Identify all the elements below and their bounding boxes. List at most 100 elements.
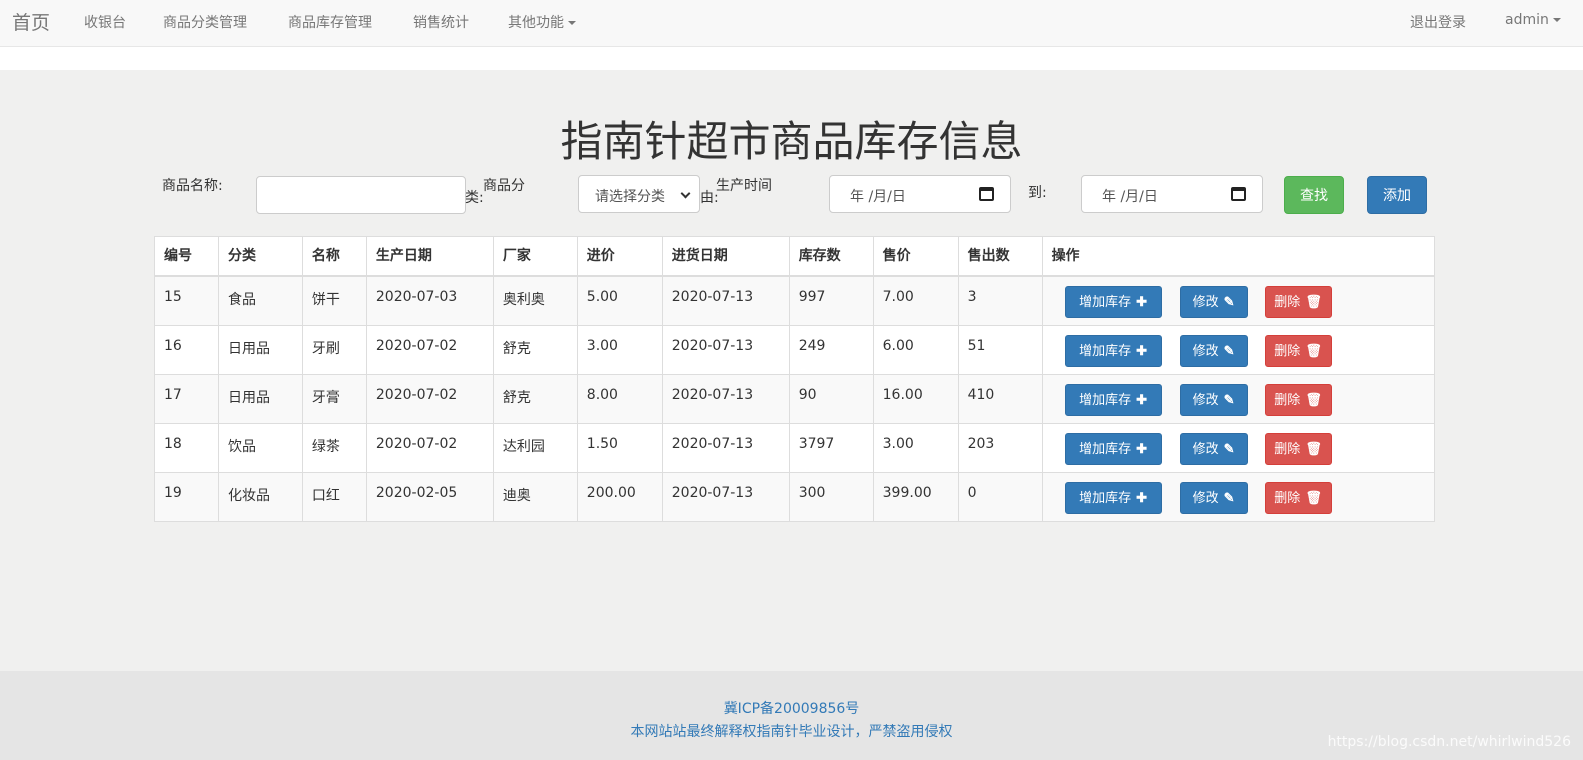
table-row: 17 日用品 牙膏 2020-07-02 舒克 8.00 2020-07-13 … xyxy=(154,373,1436,424)
table-row: 19 化妆品 口红 2020-02-05 迪奥 200.00 2020-07-1… xyxy=(154,471,1436,522)
cell-stock: 3797 xyxy=(788,422,874,473)
edit-label: 修改 xyxy=(1192,489,1219,505)
trash-icon: 🗑 xyxy=(1305,440,1322,456)
add-stock-label: 增加库存 xyxy=(1079,440,1132,456)
edit-button[interactable]: 修改 ✎ xyxy=(1179,432,1248,465)
add-stock-button[interactable]: 增加库存 ✚ xyxy=(1064,432,1162,465)
cell-purchase-price: 5.00 xyxy=(576,275,663,326)
delete-label: 删除 xyxy=(1274,294,1301,309)
cell-name: 饼干 xyxy=(301,275,367,326)
cell-stock: 249 xyxy=(788,324,874,375)
pencil-icon: ✎ xyxy=(1223,489,1235,505)
top-navbar: 首页 收银台 商品分类管理 商品库存管理 销售统计 其他功能 退出登录 admi… xyxy=(0,0,1583,47)
add-button[interactable]: 添加 xyxy=(1367,176,1427,214)
cell-stock: 997 xyxy=(788,275,874,326)
delete-button[interactable]: 删除 🗑 xyxy=(1264,383,1332,416)
pencil-icon: ✎ xyxy=(1223,342,1235,358)
delete-button[interactable]: 删除 🗑 xyxy=(1264,481,1332,514)
cell-actions: 增加库存 ✚ 修改 ✎ 删除 🗑 xyxy=(1041,373,1436,424)
add-stock-button[interactable]: 增加库存 ✚ xyxy=(1064,334,1162,367)
category-select[interactable]: 请选择分类 xyxy=(578,175,700,213)
cell-purchase-price: 1.50 xyxy=(576,422,663,473)
nav-item-cashier[interactable]: 收银台 xyxy=(84,12,126,32)
production-date-from-input[interactable]: 年 /月/日 xyxy=(829,175,1011,213)
edit-label: 修改 xyxy=(1192,391,1219,407)
cell-purchase-date: 2020-07-13 xyxy=(661,324,790,375)
nav-item-other-functions[interactable]: 其他功能 xyxy=(508,12,576,32)
edit-button[interactable]: 修改 ✎ xyxy=(1179,286,1248,318)
pencil-icon: ✎ xyxy=(1223,294,1235,309)
plus-icon: ✚ xyxy=(1136,440,1148,456)
column-header: 库存数 xyxy=(788,236,874,277)
cell-manufacturer: 达利园 xyxy=(492,422,578,473)
cell-purchase-price: 3.00 xyxy=(576,324,663,375)
cell-purchase-date: 2020-07-13 xyxy=(661,471,790,522)
inventory-table: 编号 分类 名称 生产日期 厂家 进价 进货日期 库存数 售价 售出数 操作 1… xyxy=(154,236,1436,522)
edit-button[interactable]: 修改 ✎ xyxy=(1179,383,1248,416)
watermark: https://blog.csdn.net/whirlwind526 xyxy=(1327,734,1571,750)
production-time-label: 生产时间由: xyxy=(700,178,772,206)
cell-purchase-date: 2020-07-13 xyxy=(661,373,790,424)
table-row: 18 饮品 绿茶 2020-07-02 达利园 1.50 2020-07-13 … xyxy=(154,422,1436,473)
plus-icon: ✚ xyxy=(1136,391,1148,407)
cell-manufacturer: 舒克 xyxy=(492,373,578,424)
caret-down-icon xyxy=(568,21,576,25)
trash-icon: 🗑 xyxy=(1305,391,1322,407)
nav-item-inventory-management[interactable]: 商品库存管理 xyxy=(288,12,372,32)
user-name: admin xyxy=(1505,12,1549,28)
logout-link[interactable]: 退出登录 xyxy=(1410,12,1466,32)
cell-production-date: 2020-07-02 xyxy=(365,373,494,424)
nav-brand-home[interactable]: 首页 xyxy=(12,8,50,35)
cell-id: 17 xyxy=(154,373,219,424)
delete-button[interactable]: 删除 🗑 xyxy=(1264,432,1332,465)
cell-sold: 3 xyxy=(957,275,1043,326)
table-row: 16 日用品 牙刷 2020-07-02 舒克 3.00 2020-07-13 … xyxy=(154,324,1436,375)
edit-button[interactable]: 修改 ✎ xyxy=(1179,481,1248,514)
cell-production-date: 2020-02-05 xyxy=(365,471,494,522)
cell-sold: 51 xyxy=(957,324,1043,375)
column-header: 编号 xyxy=(154,236,219,277)
chevron-down-icon xyxy=(680,188,691,199)
cell-sale-price: 16.00 xyxy=(872,373,959,424)
pencil-icon: ✎ xyxy=(1223,440,1235,456)
table-row: 15 食品 饼干 2020-07-03 奥利奥 5.00 2020-07-13 … xyxy=(154,275,1436,326)
add-stock-button[interactable]: 增加库存 ✚ xyxy=(1064,383,1162,416)
nav-item-sales-statistics[interactable]: 销售统计 xyxy=(413,12,469,32)
calendar-icon[interactable] xyxy=(979,187,994,201)
cell-sale-price: 3.00 xyxy=(872,422,959,473)
cell-stock: 300 xyxy=(788,471,874,522)
find-button[interactable]: 查找 xyxy=(1284,176,1344,214)
cell-manufacturer: 迪奥 xyxy=(492,471,578,522)
calendar-icon[interactable] xyxy=(1231,187,1246,201)
column-header: 进货日期 xyxy=(661,236,790,277)
cell-category: 日用品 xyxy=(217,373,303,424)
date-to-placeholder: 年 /月/日 xyxy=(1102,189,1158,205)
delete-button[interactable]: 删除 🗑 xyxy=(1264,286,1332,318)
cell-category: 日用品 xyxy=(217,324,303,375)
cell-name: 牙膏 xyxy=(301,373,367,424)
add-stock-label: 增加库存 xyxy=(1079,489,1132,505)
product-name-input[interactable] xyxy=(256,176,466,214)
cell-actions: 增加库存 ✚ 修改 ✎ 删除 🗑 xyxy=(1041,324,1436,375)
delete-label: 删除 xyxy=(1274,342,1301,358)
table-header-row: 编号 分类 名称 生产日期 厂家 进价 进货日期 库存数 售价 售出数 操作 xyxy=(154,236,1436,277)
add-stock-button[interactable]: 增加库存 ✚ xyxy=(1064,286,1162,318)
nav-item-category-management[interactable]: 商品分类管理 xyxy=(163,12,247,32)
edit-button[interactable]: 修改 ✎ xyxy=(1179,334,1248,367)
delete-button[interactable]: 删除 🗑 xyxy=(1264,334,1332,367)
user-menu[interactable]: admin xyxy=(1505,12,1561,28)
trash-icon: 🗑 xyxy=(1305,342,1322,358)
cell-actions: 增加库存 ✚ 修改 ✎ 删除 🗑 xyxy=(1041,275,1436,326)
add-stock-label: 增加库存 xyxy=(1079,391,1132,407)
production-date-to-input[interactable]: 年 /月/日 xyxy=(1081,175,1263,213)
add-stock-button[interactable]: 增加库存 ✚ xyxy=(1064,481,1162,514)
cell-category: 化妆品 xyxy=(217,471,303,522)
cell-purchase-price: 8.00 xyxy=(576,373,663,424)
cell-id: 18 xyxy=(154,422,219,473)
delete-label: 删除 xyxy=(1274,440,1301,456)
cell-sold: 410 xyxy=(957,373,1043,424)
edit-label: 修改 xyxy=(1192,440,1219,456)
icp-link[interactable]: 冀ICP备20009856号 xyxy=(0,698,1583,718)
plus-icon: ✚ xyxy=(1136,489,1148,505)
edit-label: 修改 xyxy=(1192,294,1219,309)
